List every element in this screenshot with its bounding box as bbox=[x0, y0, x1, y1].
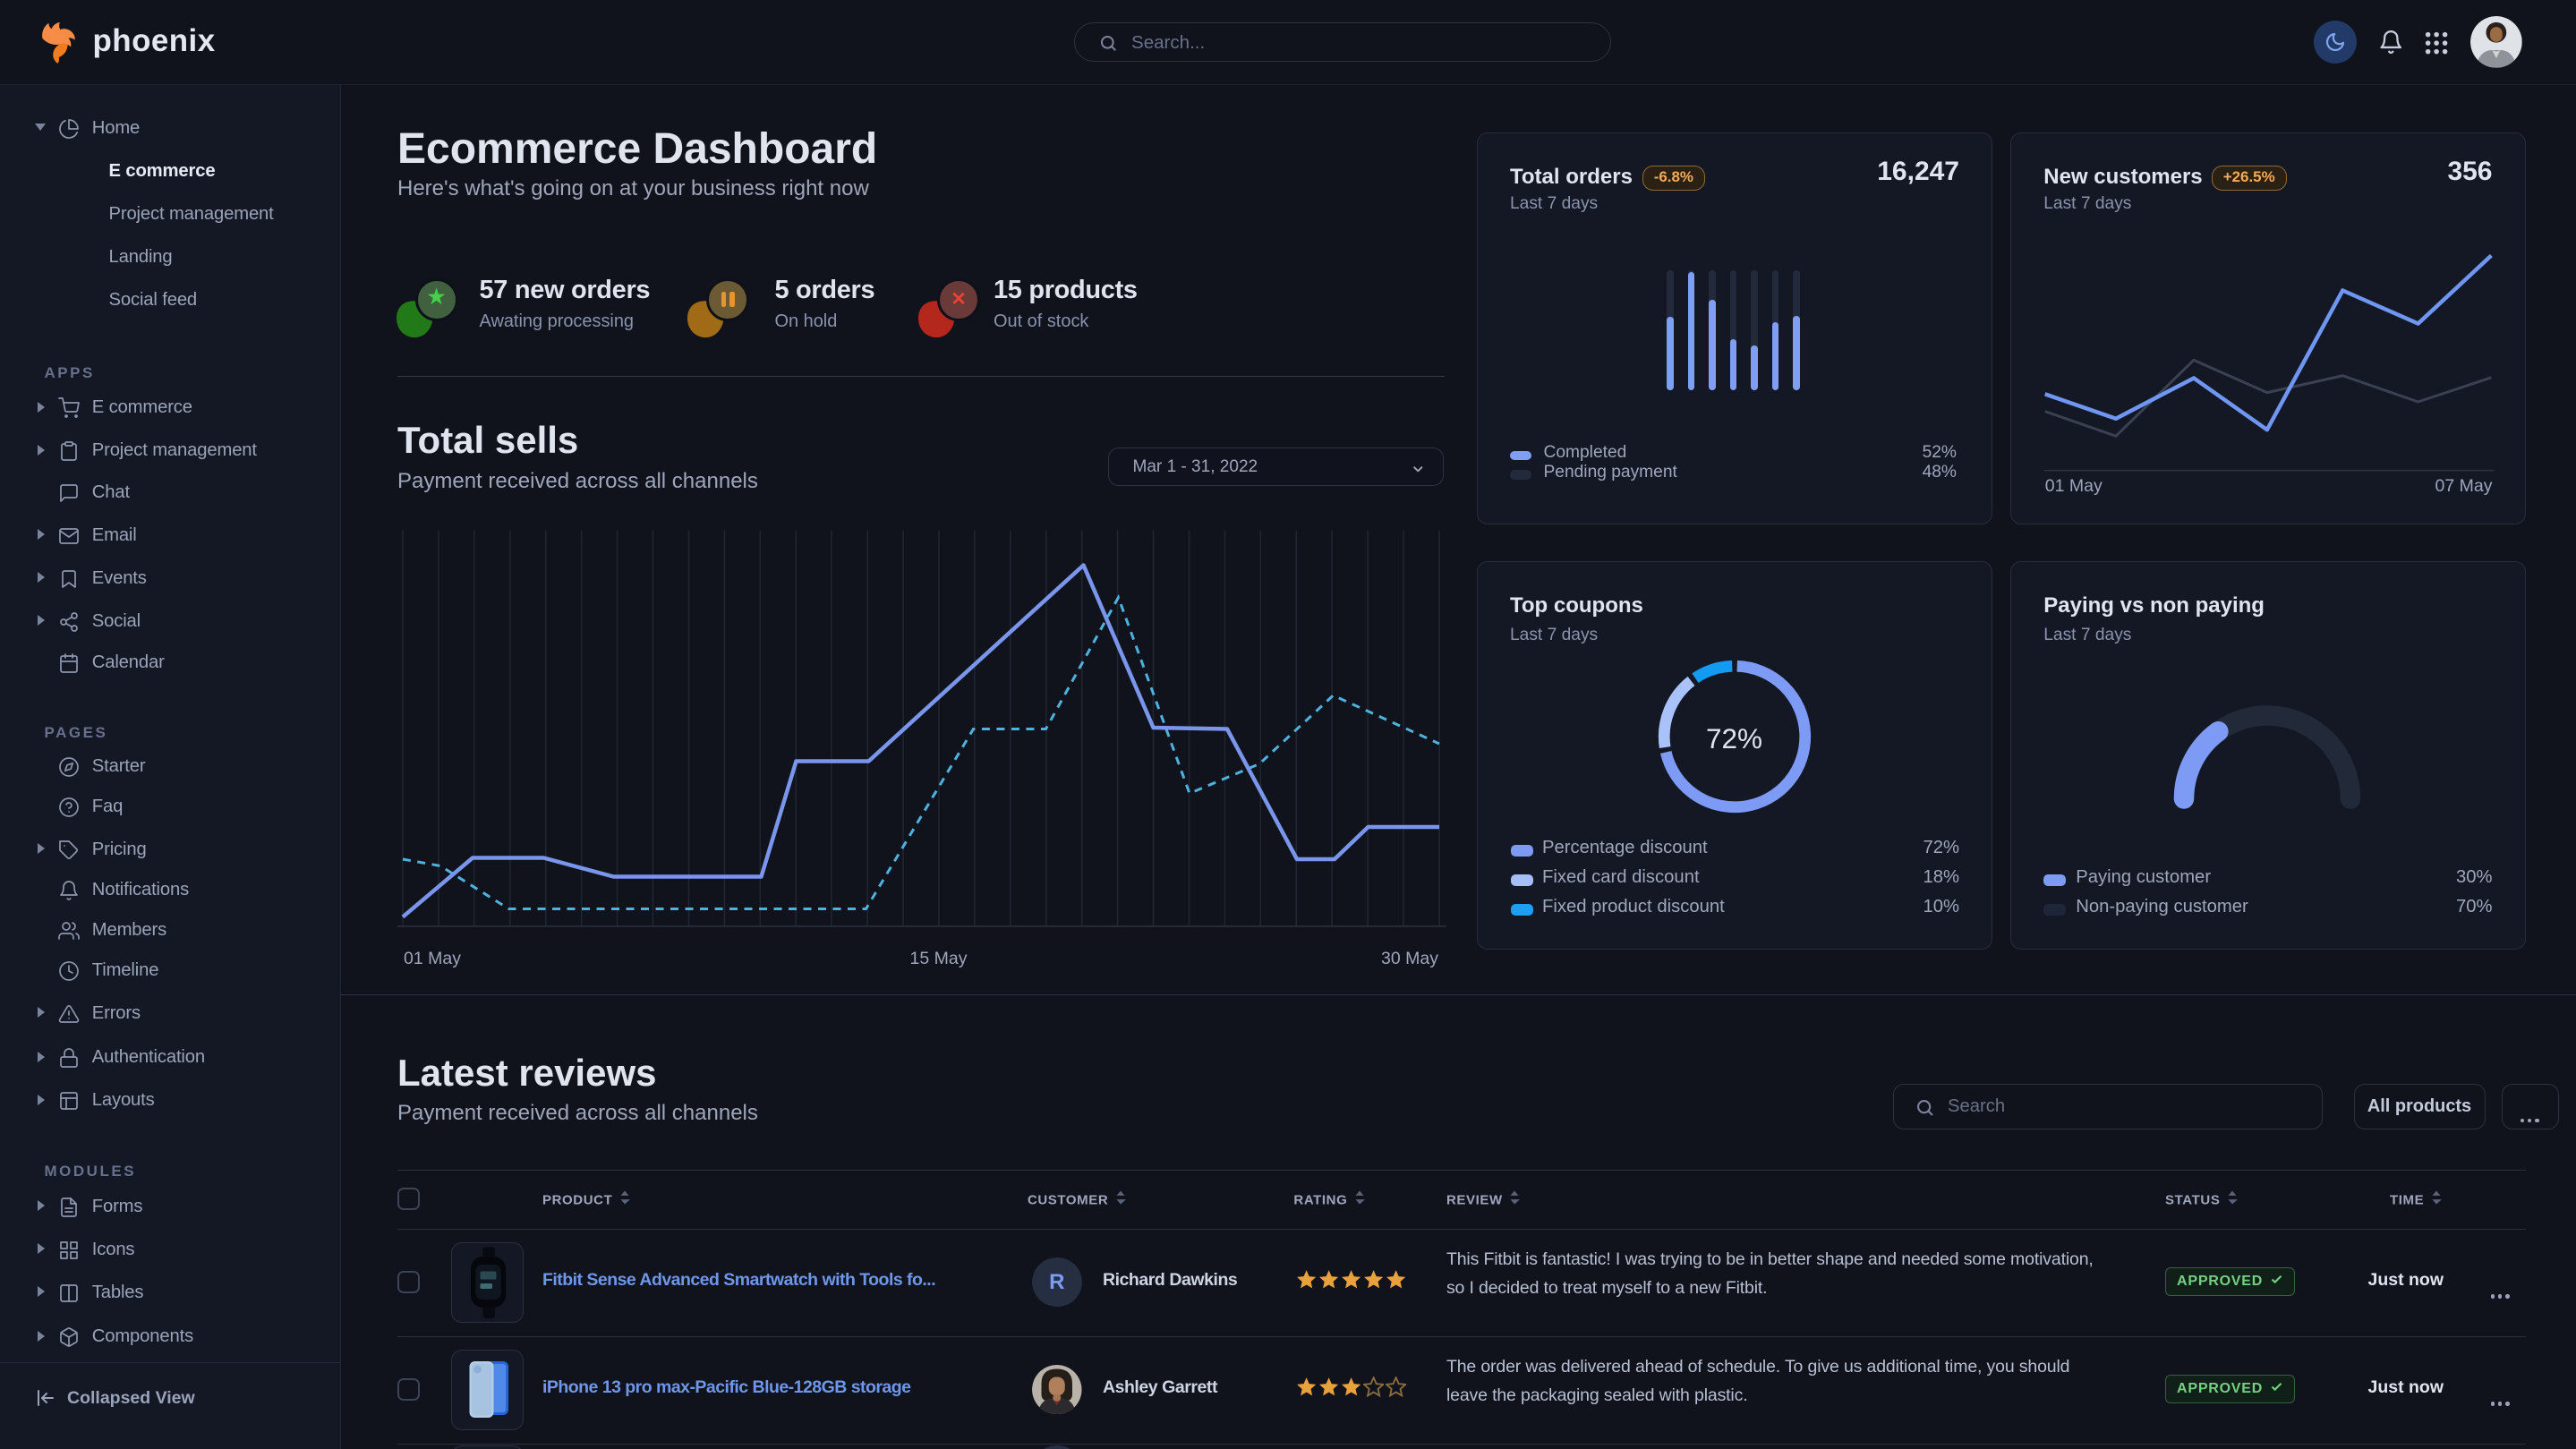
svg-text:15 May: 15 May bbox=[910, 949, 968, 968]
svg-text:30 May: 30 May bbox=[1381, 949, 1438, 968]
svg-text:01 May: 01 May bbox=[404, 949, 461, 968]
